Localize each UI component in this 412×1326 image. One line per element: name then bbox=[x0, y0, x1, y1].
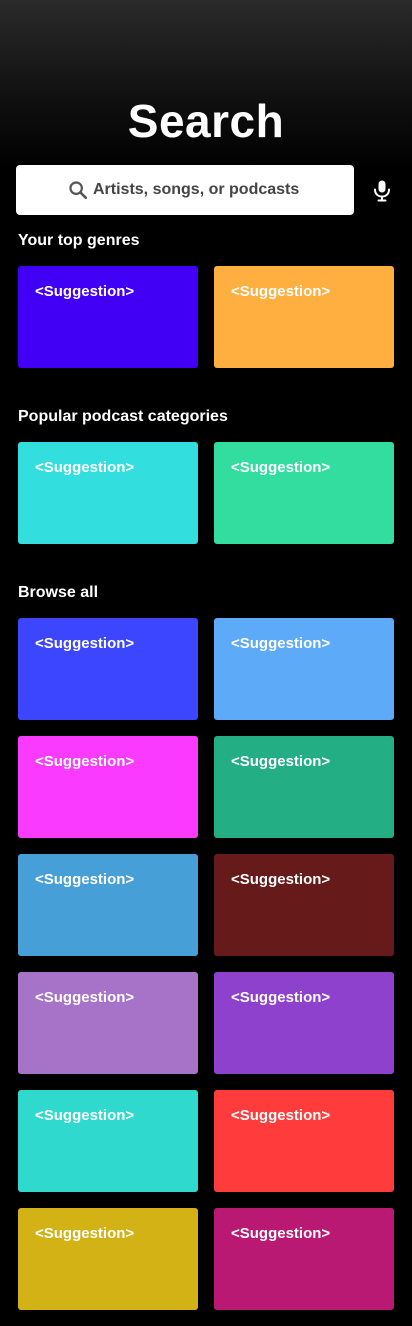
card-label: <Suggestion> bbox=[35, 459, 135, 476]
microphone-icon[interactable] bbox=[370, 178, 394, 204]
card-label: <Suggestion> bbox=[35, 283, 135, 300]
podcast-category-card[interactable]: <Suggestion> bbox=[18, 442, 198, 544]
section-heading-top-genres: Your top genres bbox=[18, 232, 140, 249]
card-label: <Suggestion> bbox=[231, 753, 331, 770]
genre-card[interactable]: <Suggestion> bbox=[18, 266, 198, 368]
genre-card[interactable]: <Suggestion> bbox=[214, 266, 394, 368]
browse-card[interactable]: <Suggestion> bbox=[214, 618, 394, 720]
section-heading-browse-all: Browse all bbox=[18, 584, 99, 601]
card-label: <Suggestion> bbox=[35, 753, 135, 770]
search-icon bbox=[67, 179, 89, 201]
browse-card[interactable]: <Suggestion> bbox=[18, 972, 198, 1074]
browse-card[interactable]: <Suggestion> bbox=[18, 1208, 198, 1310]
section-heading-podcast-categories: Popular podcast categories bbox=[18, 408, 228, 425]
card-label: <Suggestion> bbox=[35, 635, 135, 652]
card-label: <Suggestion> bbox=[35, 871, 135, 888]
card-label: <Suggestion> bbox=[35, 1107, 135, 1124]
browse-card[interactable]: <Suggestion> bbox=[18, 854, 198, 956]
card-label: <Suggestion> bbox=[35, 989, 135, 1006]
card-label: <Suggestion> bbox=[231, 635, 331, 652]
page-title: Search bbox=[127, 95, 285, 147]
search-input[interactable] bbox=[93, 181, 303, 199]
browse-card[interactable]: <Suggestion> bbox=[214, 1090, 394, 1192]
browse-card[interactable]: <Suggestion> bbox=[18, 736, 198, 838]
browse-card[interactable]: <Suggestion> bbox=[214, 972, 394, 1074]
browse-card[interactable]: <Suggestion> bbox=[214, 854, 394, 956]
card-label: <Suggestion> bbox=[231, 283, 331, 300]
browse-card[interactable]: <Suggestion> bbox=[214, 736, 394, 838]
browse-card[interactable]: <Suggestion> bbox=[214, 1208, 394, 1310]
card-label: <Suggestion> bbox=[231, 871, 331, 888]
podcast-category-card[interactable]: <Suggestion> bbox=[214, 442, 394, 544]
card-label: <Suggestion> bbox=[231, 459, 331, 476]
search-bar[interactable] bbox=[16, 165, 354, 215]
browse-card[interactable]: <Suggestion> bbox=[18, 618, 198, 720]
card-label: <Suggestion> bbox=[231, 1107, 331, 1124]
browse-card[interactable]: <Suggestion> bbox=[18, 1090, 198, 1192]
card-label: <Suggestion> bbox=[231, 989, 331, 1006]
card-label: <Suggestion> bbox=[231, 1225, 331, 1242]
card-label: <Suggestion> bbox=[35, 1225, 135, 1242]
